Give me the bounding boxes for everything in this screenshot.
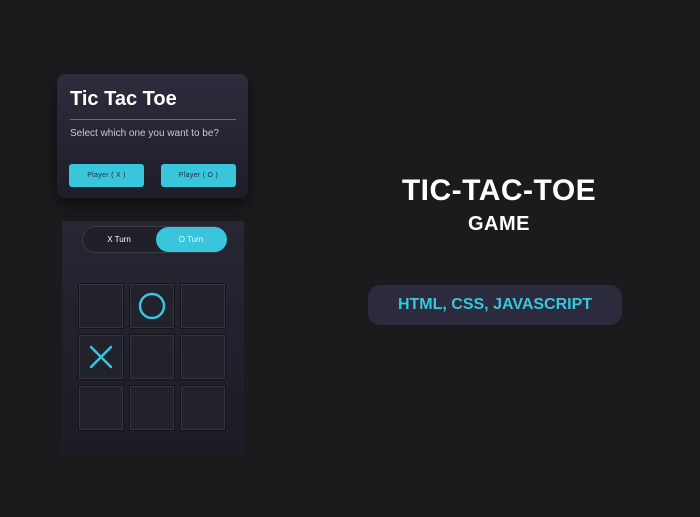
card-divider bbox=[70, 119, 236, 120]
board-cell-3-1[interactable] bbox=[78, 385, 124, 431]
player-x-button[interactable]: Player ( X ) bbox=[69, 164, 144, 187]
board-cell-2-1[interactable] bbox=[78, 334, 124, 380]
card-subtitle: Select which one you want to be? bbox=[70, 128, 219, 139]
board-cell-3-2[interactable] bbox=[129, 385, 175, 431]
player-o-button[interactable]: Player ( O ) bbox=[161, 164, 236, 187]
board-cell-3-3[interactable] bbox=[180, 385, 226, 431]
select-box-card: Tic Tac Toe Select which one you want to… bbox=[57, 74, 248, 198]
board-cell-1-3[interactable] bbox=[180, 283, 226, 329]
tech-stack-badge: HTML, CSS, JAVASCRIPT bbox=[368, 285, 622, 325]
x-mark-icon bbox=[89, 345, 113, 369]
hero-title: TIC-TAC-TOE bbox=[401, 174, 597, 207]
turn-indicator: X Turn O Turn bbox=[82, 226, 227, 253]
board-cell-2-2[interactable] bbox=[129, 334, 175, 380]
board-cell-2-3[interactable] bbox=[180, 334, 226, 380]
hero-subtitle: GAME bbox=[468, 213, 530, 235]
board-cell-1-2[interactable] bbox=[129, 283, 175, 329]
play-board: X Turn O Turn bbox=[62, 221, 244, 456]
board-cell-1-1[interactable] bbox=[78, 283, 124, 329]
o-mark-icon bbox=[138, 292, 166, 320]
turn-x-label: X Turn bbox=[107, 235, 131, 244]
card-title: Tic Tac Toe bbox=[70, 88, 177, 110]
turn-o-label: O Turn bbox=[178, 235, 204, 244]
